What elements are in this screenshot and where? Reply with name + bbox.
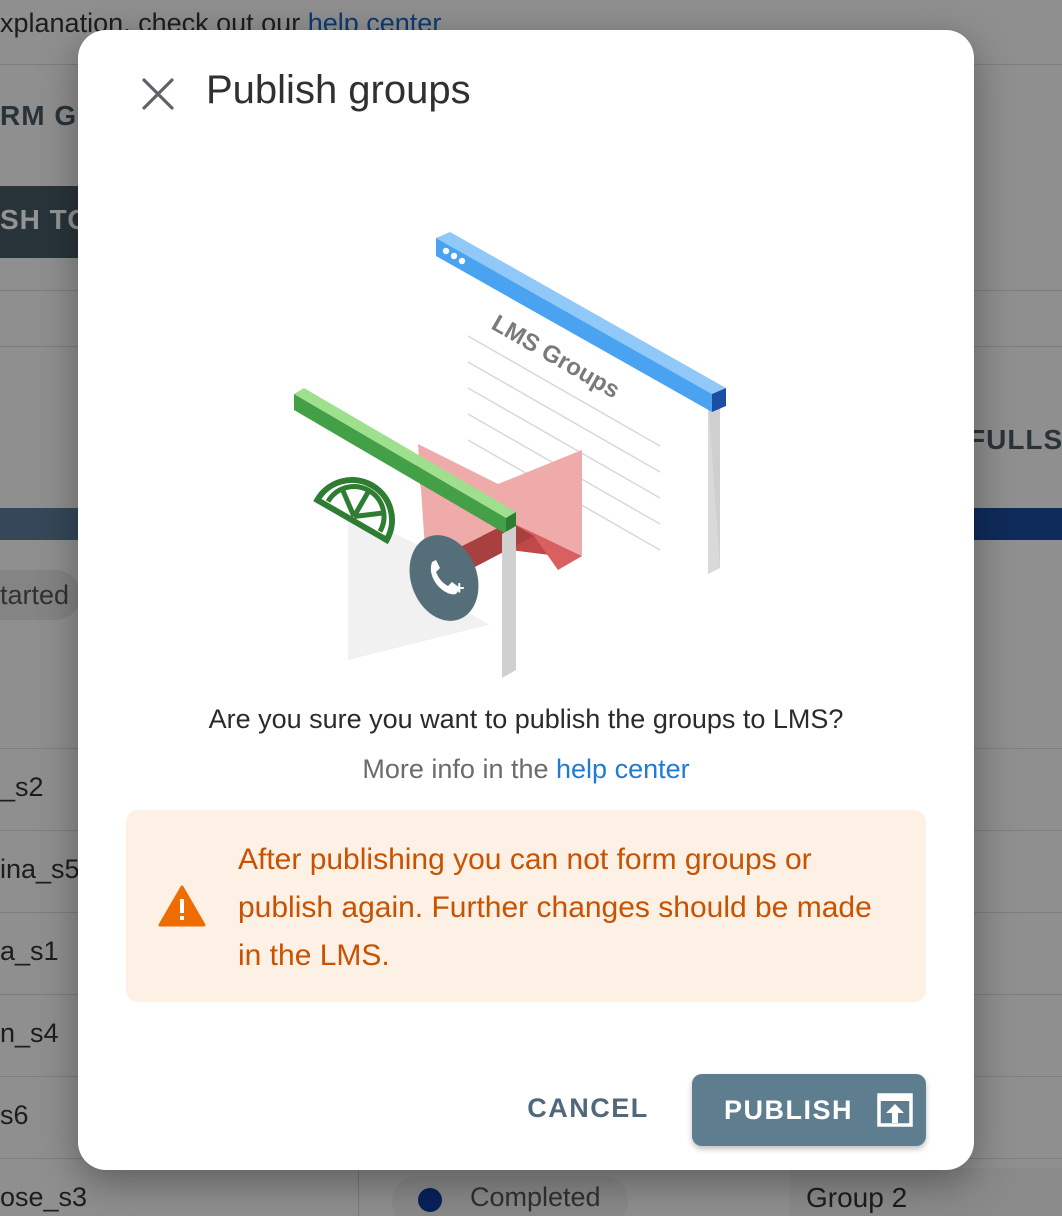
dialog-title: Publish groups [206,68,471,112]
lime-icon [313,477,395,545]
lms-publish-illustration: LMS Groups + [294,232,726,690]
warning-banner: After publishing you can not form groups… [126,810,926,1002]
confirm-question: Are you sure you want to publish the gro… [208,704,844,734]
publish-button-label: PUBLISH [724,1094,854,1125]
publish-icon [877,1093,913,1127]
help-center-link[interactable]: help center [556,754,690,784]
svg-text:+: + [454,578,465,598]
warning-icon [158,885,206,927]
publish-button[interactable]: PUBLISH [692,1074,926,1146]
more-info-text: More info in the help center [78,754,974,785]
close-icon [142,78,174,110]
more-info-prefix: More info in the [362,754,549,784]
warning-text: After publishing you can not form groups… [238,843,872,972]
publish-groups-dialog: Publish groups LMS Groups + Are you sure… [78,30,974,1170]
cancel-button[interactable]: CANCEL [510,1076,666,1140]
close-button[interactable] [134,70,182,118]
